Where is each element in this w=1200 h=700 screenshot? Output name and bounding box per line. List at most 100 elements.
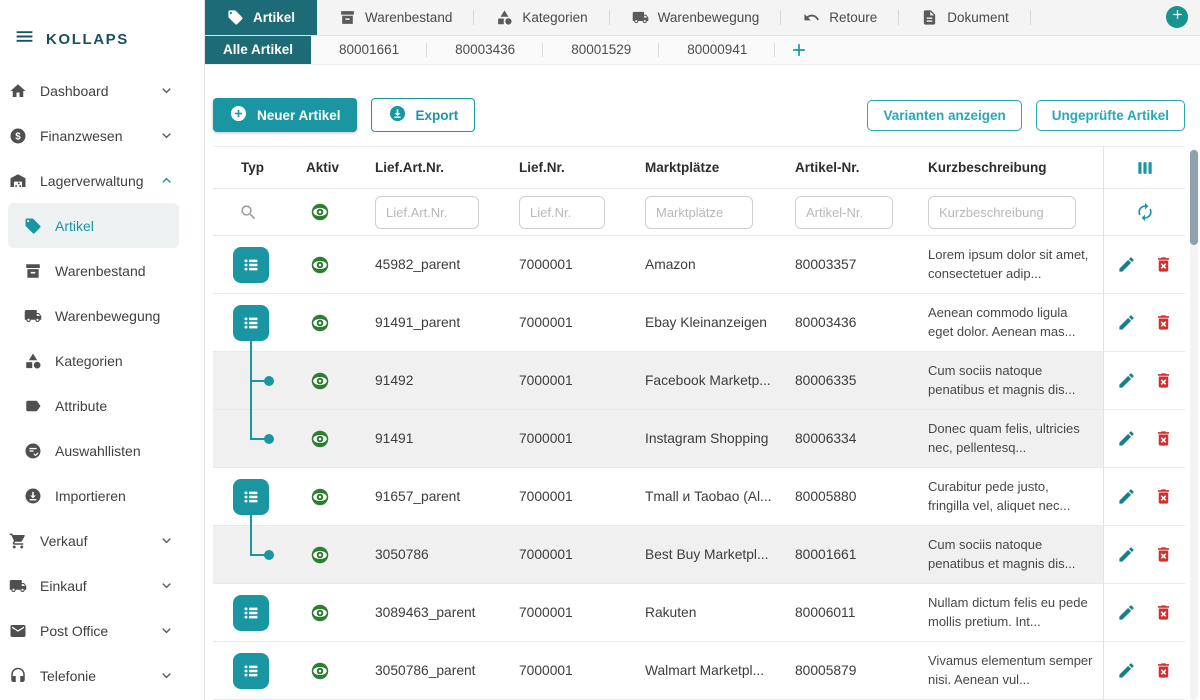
- kurzbeschreibung-cell: Nullam dictum felis eu pede mollis preti…: [904, 594, 1103, 632]
- chevron-down-icon: [158, 577, 175, 594]
- table-row[interactable]: 91491_parent 7000001 Ebay Kleinanzeigen …: [213, 294, 1185, 352]
- subtab-alle-artikel[interactable]: Alle Artikel: [205, 36, 311, 64]
- filter-kurzbeschreibung-input[interactable]: [928, 196, 1076, 229]
- edit-icon[interactable]: [1117, 371, 1136, 390]
- table-row[interactable]: 91492 7000001 Facebook Marketp... 800063…: [213, 352, 1185, 410]
- truck-icon: [24, 307, 42, 325]
- column-header-marktplaetze[interactable]: Marktplätze: [621, 160, 771, 175]
- parent-article-icon[interactable]: [233, 595, 269, 631]
- delete-icon[interactable]: [1154, 429, 1173, 448]
- scrollbar-thumb[interactable]: [1190, 150, 1198, 245]
- export-button[interactable]: Export: [371, 98, 476, 132]
- delete-icon[interactable]: [1154, 603, 1173, 622]
- table-row[interactable]: 3050786_parent 7000001 Walmart Marketpl.…: [213, 642, 1185, 700]
- parent-article-icon[interactable]: [233, 305, 269, 341]
- column-header-typ[interactable]: Typ: [213, 160, 285, 175]
- sidebar-item-einkauf[interactable]: Einkauf: [8, 563, 179, 608]
- edit-icon[interactable]: [1117, 661, 1136, 680]
- sidebar-item-importieren[interactable]: Importieren: [8, 473, 179, 518]
- column-settings-cell: [1103, 147, 1185, 188]
- lief-art-nr-cell: 91657_parent: [351, 489, 495, 504]
- subtab-80000941[interactable]: 80000941: [659, 36, 775, 64]
- add-article-tab-button[interactable]: [789, 40, 809, 60]
- active-status-icon: [311, 604, 329, 622]
- edit-icon[interactable]: [1117, 255, 1136, 274]
- active-filter-icon[interactable]: [311, 203, 329, 221]
- warehouse-icon: [9, 172, 27, 190]
- category-shapes-icon: [496, 9, 513, 26]
- lief-art-nr-cell: 3050786_parent: [351, 663, 495, 678]
- tab-retoure[interactable]: Retoure: [781, 0, 899, 35]
- column-header-lief-nr[interactable]: Lief.Nr.: [495, 160, 621, 175]
- edit-icon[interactable]: [1117, 487, 1136, 506]
- chevron-down-icon: [158, 532, 175, 549]
- tree-connector: [250, 515, 252, 525]
- delete-icon[interactable]: [1154, 545, 1173, 564]
- table-row[interactable]: 45982_parent 7000001 Amazon 80003357 Lor…: [213, 236, 1185, 294]
- tab-dokument[interactable]: Dokument: [899, 0, 1031, 35]
- sidebar-item-attribute[interactable]: Attribute: [8, 383, 179, 428]
- sidebar-item-kategorien[interactable]: Kategorien: [8, 338, 179, 383]
- show-variants-button[interactable]: Varianten anzeigen: [867, 100, 1021, 131]
- parent-article-icon[interactable]: [233, 653, 269, 689]
- parent-article-icon[interactable]: [233, 479, 269, 515]
- brand-logo: KOLLAPS: [46, 31, 129, 48]
- toolbar: Neuer Artikel Export Varianten anzeigen …: [213, 98, 1185, 132]
- sidebar-item-telefonie[interactable]: Telefonie: [8, 653, 179, 698]
- artikel-nr-cell: 80003357: [771, 257, 904, 272]
- lief-art-nr-cell: 3050786: [351, 547, 495, 562]
- filter-lief-nr-input[interactable]: [519, 196, 605, 229]
- sidebar: KOLLAPS Dashboard Finanzwesen Lagerverwa…: [0, 0, 205, 700]
- edit-icon[interactable]: [1117, 603, 1136, 622]
- add-tab-button[interactable]: [1166, 6, 1188, 28]
- parent-article-icon[interactable]: [233, 247, 269, 283]
- sidebar-item-warenbestand[interactable]: Warenbestand: [8, 248, 179, 293]
- edit-icon[interactable]: [1117, 313, 1136, 332]
- delete-icon[interactable]: [1154, 255, 1173, 274]
- filter-marktplaetze-input[interactable]: [645, 196, 753, 229]
- column-header-aktiv[interactable]: Aktiv: [285, 160, 351, 175]
- sidebar-item-label: Importieren: [55, 488, 126, 504]
- filter-lief-art-nr-input[interactable]: [375, 196, 479, 229]
- subtab-80001529[interactable]: 80001529: [543, 36, 659, 64]
- sidebar-item-verkauf[interactable]: Verkauf: [8, 518, 179, 563]
- sidebar-item-auswahllisten[interactable]: Auswahllisten: [8, 428, 179, 473]
- table-row[interactable]: 3050786 7000001 Best Buy Marketpl... 800…: [213, 526, 1185, 584]
- sidebar-item-lagerverwaltung[interactable]: Lagerverwaltung: [8, 158, 179, 203]
- edit-icon[interactable]: [1117, 545, 1136, 564]
- artikel-nr-cell: 80005879: [771, 663, 904, 678]
- delete-icon[interactable]: [1154, 487, 1173, 506]
- sidebar-item-warenbewegung[interactable]: Warenbewegung: [8, 293, 179, 338]
- new-article-button[interactable]: Neuer Artikel: [213, 98, 357, 132]
- tab-warenbewegung[interactable]: Warenbewegung: [610, 0, 782, 35]
- column-header-artikel-nr[interactable]: Artikel-Nr.: [771, 160, 904, 175]
- sidebar-item-artikel[interactable]: Artikel: [8, 203, 179, 248]
- subtab-80001661[interactable]: 80001661: [311, 36, 427, 64]
- refresh-icon[interactable]: [1135, 202, 1155, 222]
- tab-kategorien[interactable]: Kategorien: [474, 0, 609, 35]
- table-row[interactable]: 3089463_parent 7000001 Rakuten 80006011 …: [213, 584, 1185, 642]
- column-header-lief-art-nr[interactable]: Lief.Art.Nr.: [351, 160, 495, 175]
- edit-icon[interactable]: [1117, 429, 1136, 448]
- delete-icon[interactable]: [1154, 371, 1173, 390]
- sidebar-item-post-office[interactable]: Post Office: [8, 608, 179, 653]
- sidebar-item-label: Artikel: [55, 218, 94, 234]
- tree-connector: [250, 341, 252, 351]
- tab-warenbestand[interactable]: Warenbestand: [317, 0, 474, 35]
- delete-icon[interactable]: [1154, 313, 1173, 332]
- sidebar-item-finanzwesen[interactable]: Finanzwesen: [8, 113, 179, 158]
- table-row[interactable]: 91657_parent 7000001 Tmall и Taobao (Al.…: [213, 468, 1185, 526]
- unchecked-articles-button[interactable]: Ungeprüfte Artikel: [1036, 100, 1185, 131]
- columns-icon[interactable]: [1135, 158, 1155, 178]
- chevron-down-icon: [158, 127, 175, 144]
- subtab-80003436[interactable]: 80003436: [427, 36, 543, 64]
- column-header-kurzbeschreibung[interactable]: Kurzbeschreibung: [904, 160, 1103, 175]
- table-row[interactable]: 91491 7000001 Instagram Shopping 8000633…: [213, 410, 1185, 468]
- search-icon[interactable]: [239, 203, 258, 222]
- delete-icon[interactable]: [1154, 661, 1173, 680]
- hamburger-menu-icon[interactable]: [14, 26, 35, 52]
- tab-artikel[interactable]: Artikel: [205, 0, 317, 35]
- lief-art-nr-cell: 91491_parent: [351, 315, 495, 330]
- sidebar-item-dashboard[interactable]: Dashboard: [8, 68, 179, 113]
- filter-artikel-nr-input[interactable]: [795, 196, 893, 229]
